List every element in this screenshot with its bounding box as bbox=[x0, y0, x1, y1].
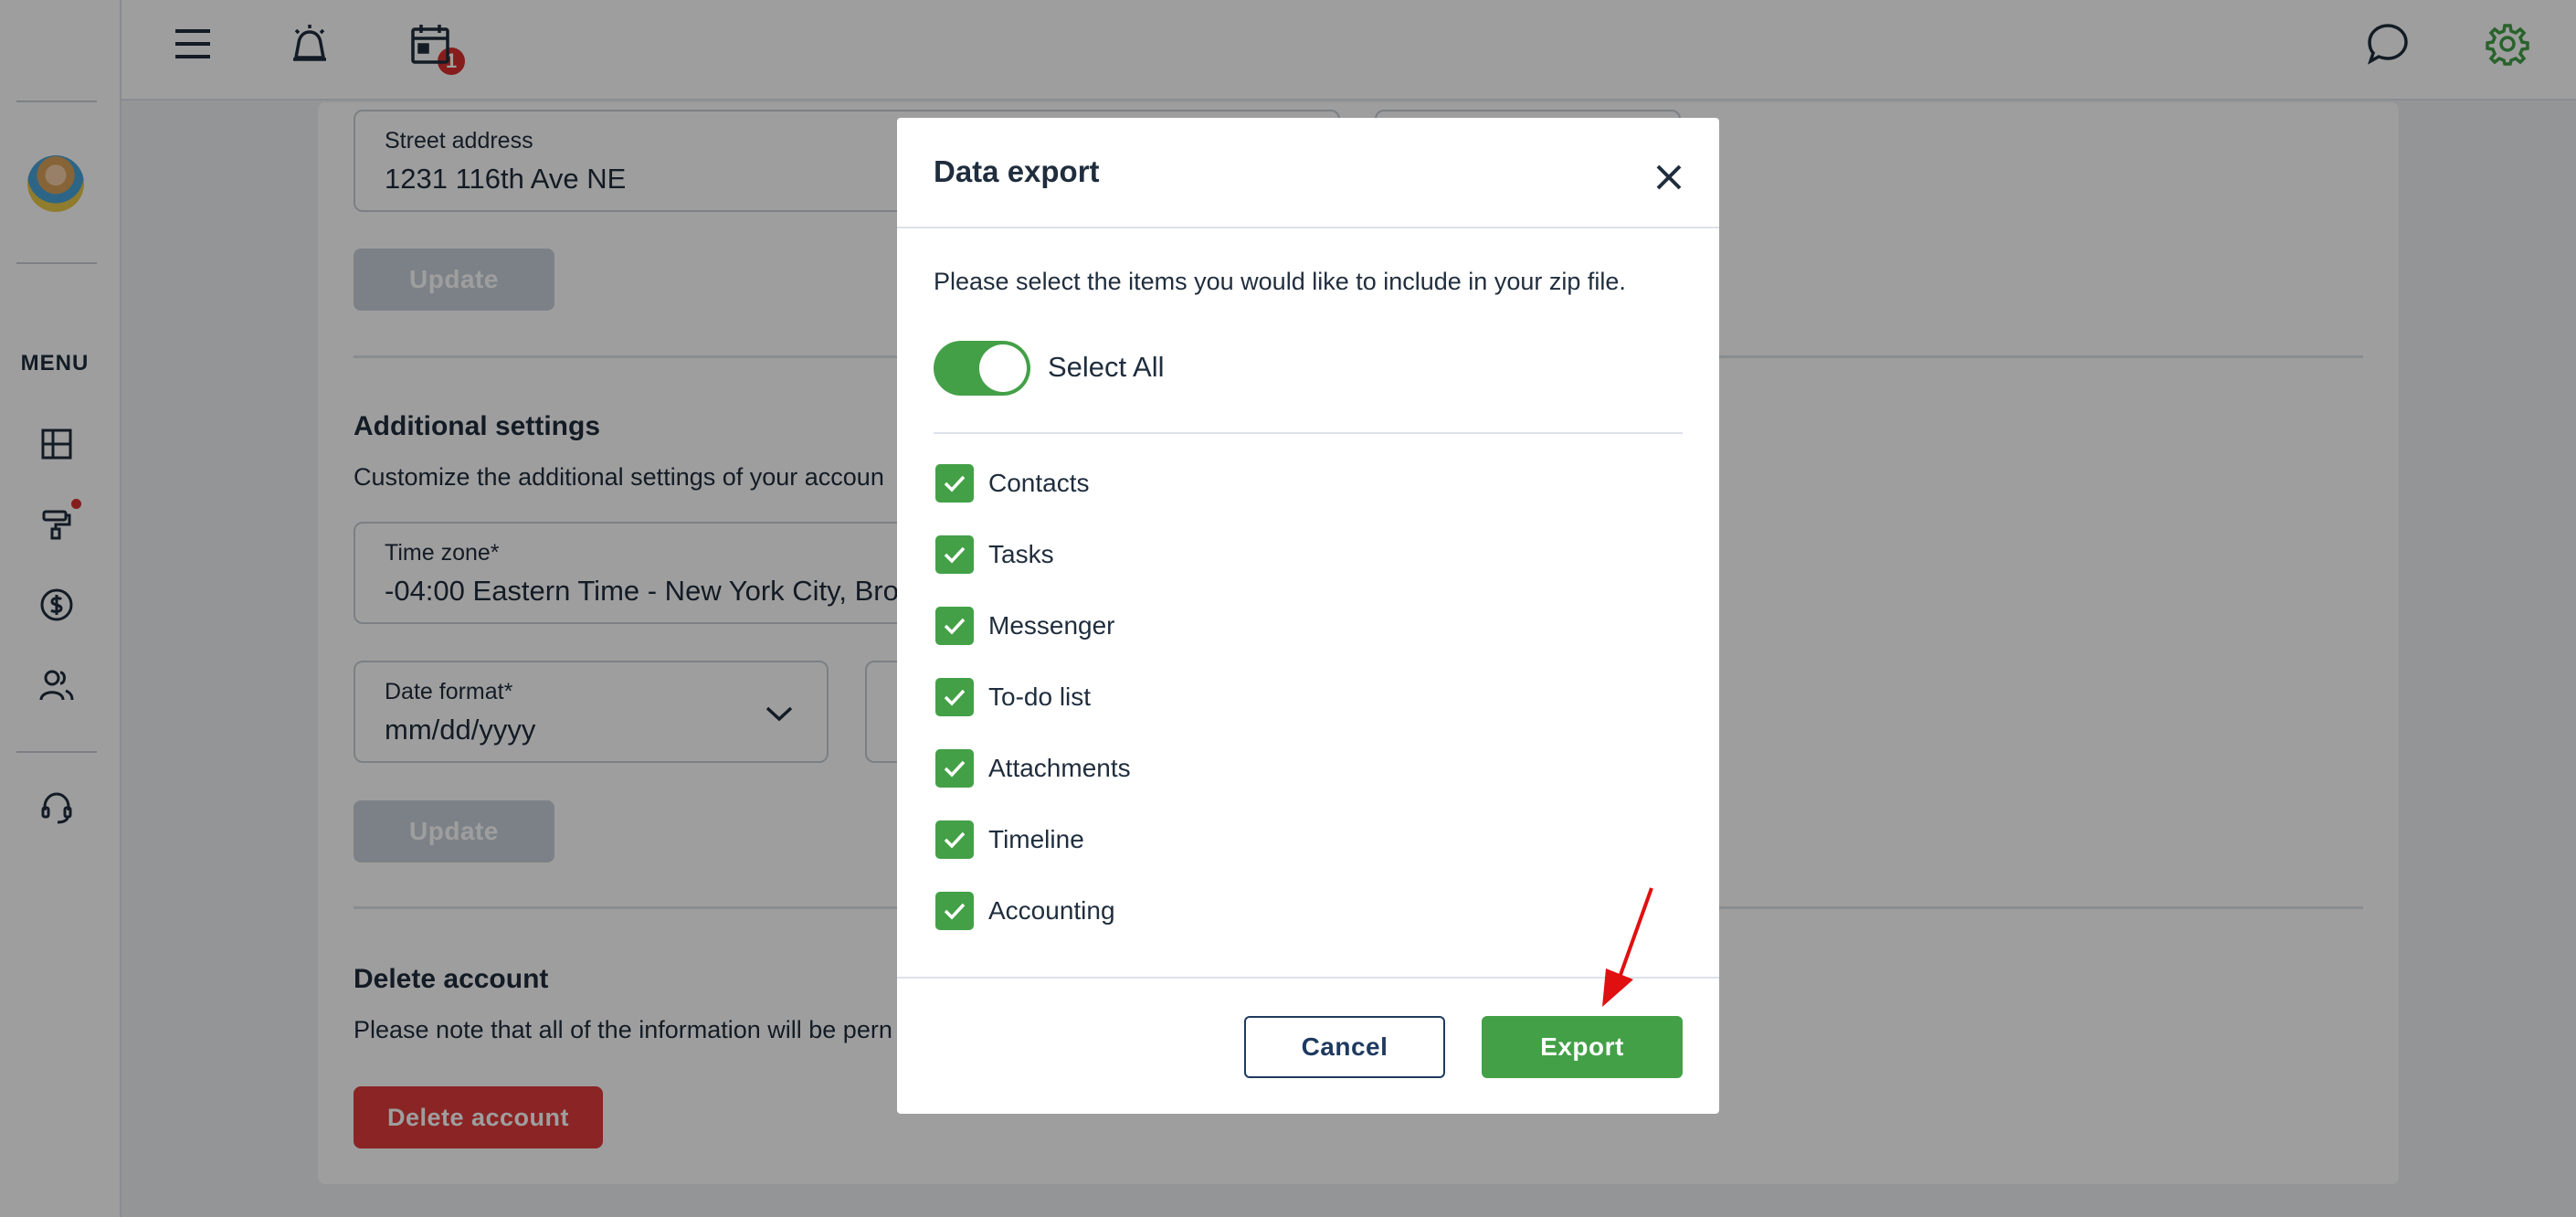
checkbox-contacts[interactable]: Contacts bbox=[935, 463, 1090, 503]
modal-separator bbox=[934, 432, 1683, 434]
modal-title: Data export bbox=[934, 154, 1100, 188]
checkbox-messenger[interactable]: Messenger bbox=[935, 606, 1115, 646]
toggle-knob bbox=[979, 344, 1027, 392]
checkbox-label: To-do list bbox=[988, 683, 1092, 711]
select-all-label: Select All bbox=[1048, 351, 1165, 383]
checkbox-label: Attachments bbox=[988, 754, 1131, 782]
checkmark-icon[interactable] bbox=[935, 749, 974, 788]
checkbox-accounting[interactable]: Accounting bbox=[935, 891, 1115, 931]
close-icon[interactable] bbox=[1646, 154, 1692, 200]
checkmark-icon[interactable] bbox=[935, 607, 974, 645]
checkbox-tasks[interactable]: Tasks bbox=[935, 534, 1054, 575]
checkbox-label: Tasks bbox=[988, 540, 1054, 568]
export-button[interactable]: Export bbox=[1482, 1016, 1683, 1078]
checkmark-icon[interactable] bbox=[935, 678, 974, 716]
checkbox-label: Contacts bbox=[988, 469, 1090, 497]
modal-header-divider bbox=[897, 227, 1719, 228]
modal-description: Please select the items you would like t… bbox=[934, 268, 1626, 295]
checkbox-attachments[interactable]: Attachments bbox=[935, 748, 1131, 788]
checkmark-icon[interactable] bbox=[935, 820, 974, 859]
checkmark-icon[interactable] bbox=[935, 464, 974, 503]
checkbox-timeline[interactable]: Timeline bbox=[935, 820, 1084, 860]
checkbox-label: Timeline bbox=[988, 825, 1084, 853]
annotation-arrow-icon bbox=[1602, 887, 1653, 1007]
select-all-toggle[interactable] bbox=[934, 341, 1030, 396]
cancel-button[interactable]: Cancel bbox=[1244, 1016, 1445, 1078]
checkmark-icon[interactable] bbox=[935, 535, 974, 574]
checkbox-label: Messenger bbox=[988, 611, 1115, 640]
checkmark-icon[interactable] bbox=[935, 892, 974, 930]
checkbox-label: Accounting bbox=[988, 896, 1115, 925]
checkbox-todo-list[interactable]: To-do list bbox=[935, 677, 1091, 717]
